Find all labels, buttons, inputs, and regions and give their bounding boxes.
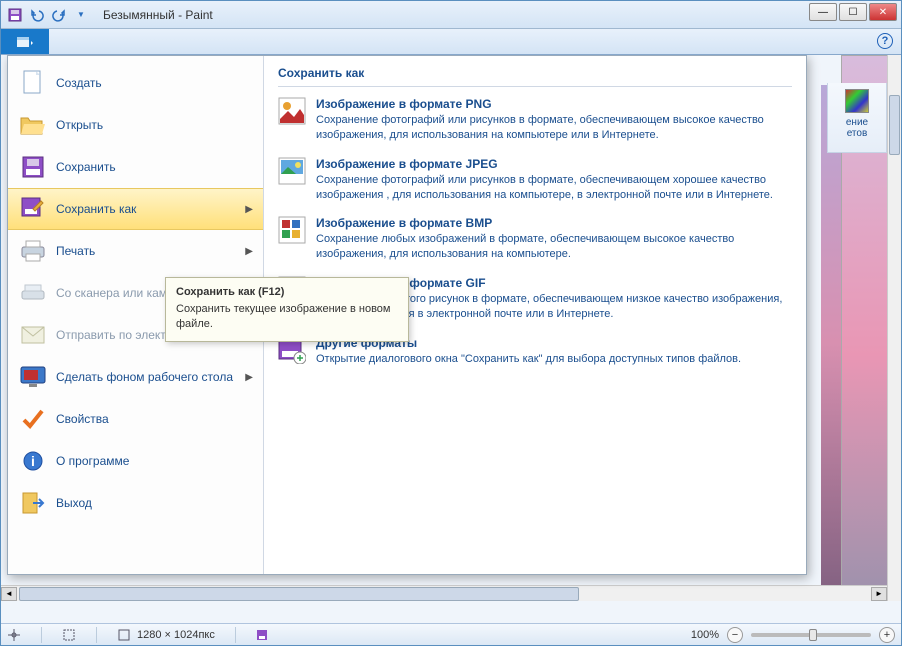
scanner-icon	[20, 280, 46, 306]
tooltip: Сохранить как (F12) Сохранить текущее из…	[165, 277, 409, 342]
format-desc: Сохранение фотографий или рисунков в фор…	[316, 113, 792, 143]
jpeg-icon	[278, 157, 306, 185]
zoom-out-button[interactable]: −	[727, 627, 743, 643]
separator	[235, 627, 236, 643]
undo-icon[interactable]	[27, 5, 47, 25]
format-item-bmp[interactable]: Изображение в формате BMP Сохранение люб…	[278, 216, 792, 262]
color-palette-icon	[845, 89, 869, 113]
zoom-controls: 100% − +	[691, 627, 895, 643]
format-title: Изображение в формате BMP	[316, 216, 792, 230]
menu-item-desktop-bg[interactable]: Сделать фоном рабочего стола ▶	[8, 356, 263, 398]
menu-item-save[interactable]: Сохранить	[8, 146, 263, 188]
menu-item-create[interactable]: Создать	[8, 62, 263, 104]
png-icon	[278, 97, 306, 125]
separator	[96, 627, 97, 643]
cursor-position	[7, 628, 21, 642]
disk-icon	[256, 629, 268, 641]
bmp-icon	[278, 216, 306, 244]
minimize-button[interactable]: —	[809, 3, 837, 21]
vertical-scroll-thumb[interactable]	[889, 95, 900, 155]
window-title: Безымянный - Paint	[103, 8, 213, 22]
printer-icon	[20, 238, 46, 264]
quick-access-toolbar: ▼	[5, 5, 91, 25]
edit-colors-label-1: ение	[828, 117, 886, 128]
edit-colors-group[interactable]: ение етов	[827, 83, 887, 153]
statusbar: 1280 × 1024пкс 100% − +	[1, 623, 901, 645]
file-menu-tab[interactable]	[1, 29, 49, 54]
menu-label: Сохранить как	[56, 202, 136, 216]
info-icon: i	[20, 448, 46, 474]
menu-item-save-as[interactable]: Сохранить как ▶	[8, 188, 263, 230]
menu-item-exit[interactable]: Выход	[8, 482, 263, 524]
svg-text:i: i	[31, 453, 35, 469]
paint-window: ▼ Безымянный - Paint — ☐ ✕ ? ение етов	[0, 0, 902, 646]
new-document-icon	[20, 70, 46, 96]
menu-item-open[interactable]: Открыть	[8, 104, 263, 146]
panel-title: Сохранить как	[278, 66, 792, 87]
desktop-icon	[20, 364, 46, 390]
scroll-right-button[interactable]: ►	[871, 587, 887, 601]
menu-label: Выход	[56, 496, 92, 510]
format-title: Изображение в формате JPEG	[316, 157, 792, 171]
menu-label: Открыть	[56, 118, 103, 132]
chevron-right-icon: ▶	[245, 204, 253, 215]
horizontal-scroll-thumb[interactable]	[19, 587, 579, 601]
menu-label: Сохранить	[56, 160, 116, 174]
folder-open-icon	[20, 112, 46, 138]
canvas-dimensions: 1280 × 1024пкс	[117, 628, 215, 642]
ribbon-tabs: ?	[1, 29, 901, 55]
content-area: ение етов Создать Открыть Сохранить	[1, 55, 901, 623]
crosshair-icon	[7, 628, 21, 642]
hscroll-track[interactable]	[17, 587, 871, 601]
menu-label: Свойства	[56, 412, 109, 426]
dimensions-icon	[117, 628, 131, 642]
dimensions-text: 1280 × 1024пкс	[137, 629, 215, 641]
menu-label: Печать	[56, 244, 95, 258]
selection-icon	[62, 628, 76, 642]
menu-item-print[interactable]: Печать ▶	[8, 230, 263, 272]
format-desc: Открытие диалогового окна "Сохранить как…	[316, 352, 741, 367]
exit-icon	[20, 490, 46, 516]
horizontal-scrollbar[interactable]: ◄ ►	[1, 585, 887, 601]
format-item-png[interactable]: Изображение в формате PNG Сохранение фот…	[278, 97, 792, 143]
format-title: Изображение в формате PNG	[316, 97, 792, 111]
format-desc: Сохранение любых изображений в формате, …	[316, 232, 792, 262]
redo-icon[interactable]	[49, 5, 69, 25]
zoom-slider[interactable]	[751, 633, 871, 637]
chevron-right-icon: ▶	[245, 372, 253, 383]
titlebar: ▼ Безымянный - Paint — ☐ ✕	[1, 1, 901, 29]
save-icon[interactable]	[5, 5, 25, 25]
canvas-image-strip	[821, 85, 841, 601]
menu-item-about[interactable]: i О программе	[8, 440, 263, 482]
help-icon[interactable]: ?	[877, 33, 893, 49]
menu-label: Создать	[56, 76, 102, 90]
edit-colors-label-2: етов	[828, 128, 886, 139]
close-button[interactable]: ✕	[869, 3, 897, 21]
scroll-left-button[interactable]: ◄	[1, 587, 17, 601]
zoom-value: 100%	[691, 629, 719, 641]
vertical-scrollbar[interactable]	[887, 55, 901, 601]
maximize-button[interactable]: ☐	[839, 3, 867, 21]
menu-label: О программе	[56, 454, 129, 468]
menu-item-properties[interactable]: Свойства	[8, 398, 263, 440]
file-size	[256, 629, 268, 641]
selection-size	[62, 628, 76, 642]
save-as-icon	[20, 196, 46, 222]
zoom-in-button[interactable]: +	[879, 627, 895, 643]
save-icon	[20, 154, 46, 180]
separator	[41, 627, 42, 643]
tooltip-title: Сохранить как (F12)	[176, 286, 398, 298]
format-item-jpeg[interactable]: Изображение в формате JPEG Сохранение фо…	[278, 157, 792, 203]
tooltip-body: Сохранить текущее изображение в новом фа…	[176, 302, 398, 333]
format-desc: Сохранение фотографий или рисунков в фор…	[316, 173, 792, 203]
window-controls: — ☐ ✕	[809, 3, 897, 21]
email-icon	[20, 322, 46, 348]
menu-label: Сделать фоном рабочего стола	[56, 370, 233, 384]
checkmark-icon	[20, 406, 46, 432]
zoom-slider-thumb[interactable]	[809, 629, 817, 641]
chevron-right-icon: ▶	[245, 246, 253, 257]
qat-customize-icon[interactable]: ▼	[71, 5, 91, 25]
